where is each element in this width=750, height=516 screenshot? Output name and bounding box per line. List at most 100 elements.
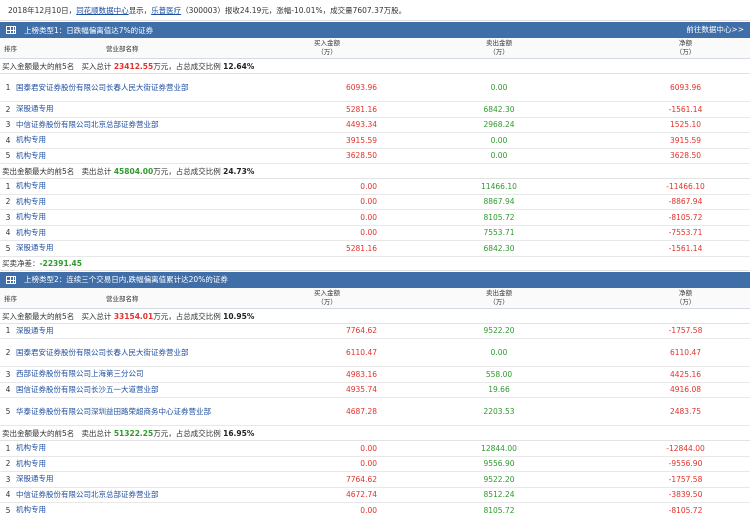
buy-percent: 10.95%: [223, 311, 255, 321]
row-rank: 5: [5, 505, 11, 515]
col-buy-unit: （万）: [317, 297, 337, 306]
broker-name-link[interactable]: 机构专用: [16, 228, 277, 238]
row-sell-amount: 6842.30: [483, 243, 515, 253]
data-center-link[interactable]: 同花顺数据中心: [76, 6, 129, 15]
broker-name-link[interactable]: 西部证券股份有限公司上海第三分公司: [16, 369, 277, 379]
row-net-amount: 6093.96: [669, 83, 701, 92]
sell-total-unit: 万元，占总成交比例: [153, 167, 221, 176]
broker-name-link[interactable]: 中信证券股份有限公司北京总部证券营业部: [16, 120, 277, 130]
summary-text: 显示，: [128, 6, 152, 15]
row-buy-amount: 0.00: [360, 459, 377, 469]
sell-total-prefix: 卖出总计: [81, 429, 112, 438]
row-rank: 5: [5, 243, 11, 253]
broker-name-link[interactable]: 机构专用: [16, 505, 277, 515]
col-buy: 买入金额 （万）: [277, 38, 377, 58]
row-rank: 4: [5, 228, 11, 238]
row-net-amount: -8105.72: [668, 212, 703, 222]
sell-label: 卖出金额最大的前5名: [2, 429, 75, 438]
broker-name-link[interactable]: 深股通专用: [16, 326, 277, 336]
sell-total: 45804.00: [113, 167, 154, 176]
row-buy-amount: 7764.62: [345, 326, 377, 336]
broker-name-link[interactable]: 机构专用: [16, 181, 277, 191]
broker-name-link[interactable]: 国泰君安证券股份有限公司长春人民大街证券营业部: [16, 348, 277, 358]
row-sell-amount: 8867.94: [483, 197, 515, 207]
row-sell-amount: 8105.72: [483, 505, 515, 515]
row-buy-amount: 5281.16: [345, 243, 377, 253]
table-row: 3 深股通专用 7764.62 9522.20 -1757.58: [0, 472, 750, 488]
row-net-amount: -7553.71: [668, 228, 703, 238]
col-net: 净额 （万）: [621, 38, 750, 58]
broker-name-link[interactable]: 深股通专用: [16, 104, 277, 114]
row-buy-amount: 4935.74: [345, 385, 377, 395]
col-rank: 排序: [4, 45, 17, 53]
buy-summary: 买入金额最大的前5名 买入总计 33154.01万元，占总成交比例 10.95%: [0, 308, 750, 324]
broker-name-link[interactable]: 机构专用: [16, 459, 277, 469]
net-value: -22391.45: [39, 258, 83, 268]
table-row: 2 国泰君安证券股份有限公司长春人民大街证券营业部 6110.47 0.00 6110.…: [0, 339, 750, 367]
broker-name-link[interactable]: 机构专用: [16, 135, 277, 145]
broker-name-link[interactable]: 深股通专用: [16, 243, 277, 253]
table-row: 3 中信证券股份有限公司北京总部证券营业部 4493.34 2968.24 1525.1…: [0, 118, 750, 133]
row-net-amount: -11466.10: [666, 181, 705, 191]
broker-name-link[interactable]: 中信证券股份有限公司北京总部证券营业部: [16, 490, 277, 500]
col-buy-unit: （万）: [317, 48, 337, 56]
sell-summary: 卖出金额最大的前5名 卖出总计 51322.25万元，占总成交比例 16.95%: [0, 426, 750, 441]
broker-name-link[interactable]: 国泰君安证券股份有限公司长春人民大街证券营业部: [16, 83, 277, 93]
table-row: 5 机构专用 0.00 8105.72 -8105.72: [0, 503, 750, 516]
row-net-amount: -3839.50: [668, 490, 703, 500]
buy-label: 买入金额最大的前5名: [2, 311, 75, 321]
broker-name-link[interactable]: 华泰证券股份有限公司深圳益田路荣超商务中心证券营业部: [16, 407, 277, 417]
row-net-amount: 4425.16: [669, 369, 701, 379]
summary-date: 2018年12月10日，: [8, 6, 77, 15]
row-net-amount: 1525.10: [669, 120, 701, 130]
table-row: 1 国泰君安证券股份有限公司长春人民大街证券营业部 6093.96 0.00 6093.…: [0, 74, 750, 102]
col-net: 净额 （万）: [621, 288, 750, 308]
broker-name-link[interactable]: 国信证券股份有限公司长沙五一大道营业部: [16, 385, 277, 395]
row-buy-amount: 7764.62: [345, 474, 377, 484]
broker-name-link[interactable]: 机构专用: [16, 212, 277, 222]
row-rank: 1: [5, 326, 11, 336]
sell-percent: 24.73%: [223, 167, 255, 176]
stock-summary-line: 2018年12月10日，同花顺数据中心显示，乐普医疗（300003）报收24.1…: [0, 0, 750, 21]
row-net-amount: -8867.94: [668, 197, 703, 207]
row-sell-amount: 8105.72: [483, 212, 515, 222]
table-row: 1 机构专用 0.00 12844.00 -12844.00: [0, 441, 750, 457]
row-rank: 2: [5, 459, 11, 469]
col-sell: 卖出金额 （万）: [377, 288, 621, 308]
stock-name-link[interactable]: 乐普医疗: [151, 6, 181, 15]
sell-total-prefix: 卖出总计: [81, 167, 112, 176]
buy-total-prefix: 买入总计: [81, 62, 112, 71]
broker-name-link[interactable]: 机构专用: [16, 151, 277, 161]
col-net-label: 净额: [679, 39, 692, 47]
col-rank: 排序: [4, 294, 17, 303]
row-rank: 5: [5, 407, 11, 416]
row-sell-amount: 9556.90: [483, 459, 515, 469]
row-sell-amount: 558.00: [485, 369, 513, 379]
row-rank: 1: [5, 443, 11, 453]
row-rank: 3: [5, 120, 11, 130]
row-net-amount: 3915.59: [669, 135, 701, 145]
section-header: 上榜类型2：连续三个交易日内,跌幅偏离值累计达20%的证券: [0, 271, 750, 288]
row-sell-amount: 0.00: [490, 83, 508, 92]
lhb-section: 上榜类型2：连续三个交易日内,跌幅偏离值累计达20%的证券 排序 营业部名称 买入金额…: [0, 271, 750, 516]
table-row: 5 深股通专用 5281.16 6842.30 -1561.14: [0, 241, 750, 257]
row-sell-amount: 11466.10: [481, 181, 517, 191]
broker-name-link[interactable]: 机构专用: [16, 197, 277, 207]
table-row: 4 中信证券股份有限公司北京总部证券营业部 4672.74 8512.24 -3839.…: [0, 488, 750, 503]
lhb-section: 上榜类型1：日跌幅偏离值达7%的证券 前往数据中心>> 排序 营业部名称 买入金额 （万）…: [0, 22, 750, 271]
row-buy-amount: 6093.96: [345, 83, 377, 92]
broker-name-link[interactable]: 深股通专用: [16, 474, 277, 484]
page: 2018年12月10日，同花顺数据中心显示，乐普医疗（300003）报收24.1…: [0, 0, 750, 516]
col-sell: 卖出金额 （万）: [377, 38, 621, 58]
table-row: 3 西部证券股份有限公司上海第三分公司 4983.16 558.00 4425.16: [0, 367, 750, 383]
row-rank: 3: [5, 369, 11, 379]
row-sell-amount: 12844.00: [481, 443, 517, 453]
row-buy-amount: 4983.16: [345, 369, 377, 379]
net-difference: 买卖净差：-22391.45: [0, 257, 750, 271]
row-buy-amount: 3628.50: [345, 151, 377, 161]
broker-name-link[interactable]: 机构专用: [16, 443, 277, 453]
col-name: 营业部名称: [106, 45, 139, 53]
data-center-more-link[interactable]: 前往数据中心>>: [686, 22, 744, 38]
col-sell-label: 卖出金额: [486, 288, 512, 297]
table-row: 2 深股通专用 5281.16 6842.30 -1561.14: [0, 102, 750, 118]
